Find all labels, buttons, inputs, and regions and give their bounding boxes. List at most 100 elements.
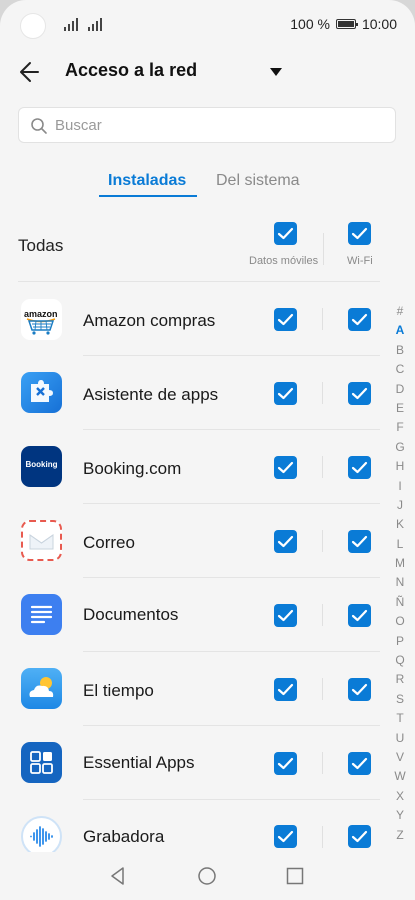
wifi-column-label: Wi-Fi [347, 255, 373, 267]
navigation-bar [0, 852, 415, 900]
index-letter[interactable]: Z [392, 826, 408, 845]
wifi-checkbox[interactable] [348, 530, 371, 553]
mobile-data-checkbox[interactable] [274, 752, 297, 775]
status-bar: 100 % 10:00 [0, 0, 415, 50]
column-divider [322, 826, 323, 848]
battery-percent: 100 % [290, 16, 330, 32]
column-divider [322, 456, 323, 478]
tab-system[interactable]: Del sistema [216, 172, 300, 190]
wifi-checkbox[interactable] [348, 308, 371, 331]
active-tab-indicator [99, 195, 197, 197]
index-letter[interactable]: U [392, 729, 408, 748]
index-letter[interactable]: T [392, 709, 408, 728]
mobile-data-checkbox[interactable] [274, 456, 297, 479]
index-letter[interactable]: E [392, 399, 408, 418]
app-row: Booking Booking.com [0, 431, 380, 505]
mobile-data-column-label: Datos móviles [249, 255, 319, 267]
wifi-checkbox[interactable] [348, 604, 371, 627]
signal-icon [64, 17, 80, 31]
mobile-data-checkbox[interactable] [274, 308, 297, 331]
back-arrow-icon[interactable] [16, 56, 48, 88]
app-name: Documentos [83, 605, 179, 624]
index-letter[interactable]: N [392, 573, 408, 592]
index-letter[interactable]: W [392, 767, 408, 786]
wifi-checkbox[interactable] [348, 825, 371, 848]
index-letter[interactable]: Y [392, 806, 408, 825]
mobile-data-checkbox[interactable] [274, 530, 297, 553]
index-letter[interactable]: M [392, 554, 408, 573]
index-letter[interactable]: B [392, 341, 408, 360]
column-divider [322, 308, 323, 330]
tab-installed[interactable]: Instaladas [108, 172, 186, 190]
amazon-icon: amazon [21, 299, 62, 340]
index-letter[interactable]: V [392, 748, 408, 767]
app-row: amazon Amazon compras [0, 283, 380, 357]
app-name: Booking.com [83, 459, 182, 478]
divider [83, 503, 380, 504]
index-letter[interactable]: K [392, 515, 408, 534]
mobile-data-checkbox[interactable] [274, 678, 297, 701]
mobile-data-checkbox[interactable] [274, 604, 297, 627]
divider [83, 725, 380, 726]
app-name: Essential Apps [83, 753, 195, 772]
home-nav-icon[interactable] [197, 866, 217, 886]
index-letter[interactable]: # [392, 302, 408, 321]
app-name: Asistente de apps [83, 385, 219, 404]
envelope-icon [21, 520, 62, 561]
index-letter[interactable]: G [392, 438, 408, 457]
divider [83, 577, 380, 578]
search-input[interactable] [55, 108, 385, 142]
column-divider [322, 530, 323, 552]
weather-icon [21, 668, 62, 709]
column-divider [322, 752, 323, 774]
index-letter[interactable]: A [392, 321, 408, 340]
camera-cutout [20, 13, 46, 39]
app-name: Grabadora [83, 827, 165, 846]
search-icon [31, 118, 47, 134]
app-header: Acceso a la red [0, 50, 415, 96]
index-letter[interactable]: L [392, 535, 408, 554]
index-letter[interactable]: J [392, 496, 408, 515]
alphabet-index[interactable]: # A B C D E F G H I J K L M N Ñ O P Q R … [392, 302, 408, 845]
all-wifi-checkbox[interactable] [348, 222, 371, 245]
wifi-checkbox[interactable] [348, 678, 371, 701]
recorder-icon [21, 816, 62, 857]
app-row: Asistente de apps [0, 357, 380, 431]
all-apps-label: Todas [18, 236, 64, 255]
booking-icon: Booking [21, 446, 62, 487]
index-letter[interactable]: O [392, 612, 408, 631]
column-divider [322, 604, 323, 626]
index-letter[interactable]: S [392, 690, 408, 709]
apps-grid-icon [21, 742, 62, 783]
page-title: Acceso a la red [65, 60, 198, 80]
app-row: Correo [0, 505, 380, 579]
index-letter[interactable]: F [392, 418, 408, 437]
mobile-data-checkbox[interactable] [274, 382, 297, 405]
index-letter[interactable]: C [392, 360, 408, 379]
app-name: El tiempo [83, 681, 154, 700]
search-bar[interactable] [18, 107, 396, 143]
app-row: Essential Apps [0, 727, 380, 801]
divider [18, 281, 380, 282]
index-letter[interactable]: H [392, 457, 408, 476]
wifi-checkbox[interactable] [348, 382, 371, 405]
index-letter[interactable]: P [392, 632, 408, 651]
index-letter[interactable]: Ñ [392, 593, 408, 612]
recents-nav-icon[interactable] [286, 867, 304, 885]
dropdown-arrow-icon[interactable] [268, 66, 284, 78]
back-nav-icon[interactable] [108, 866, 128, 886]
app-row: El tiempo [0, 653, 380, 727]
index-letter[interactable]: Q [392, 651, 408, 670]
wifi-checkbox[interactable] [348, 456, 371, 479]
app-row: Documentos [0, 579, 380, 653]
wifi-checkbox[interactable] [348, 752, 371, 775]
app-name: Amazon compras [83, 311, 216, 330]
index-letter[interactable]: I [392, 477, 408, 496]
divider [83, 429, 380, 430]
index-letter[interactable]: X [392, 787, 408, 806]
clock: 10:00 [361, 16, 397, 32]
all-mobile-data-checkbox[interactable] [274, 222, 297, 245]
index-letter[interactable]: D [392, 380, 408, 399]
index-letter[interactable]: R [392, 670, 408, 689]
mobile-data-checkbox[interactable] [274, 825, 297, 848]
